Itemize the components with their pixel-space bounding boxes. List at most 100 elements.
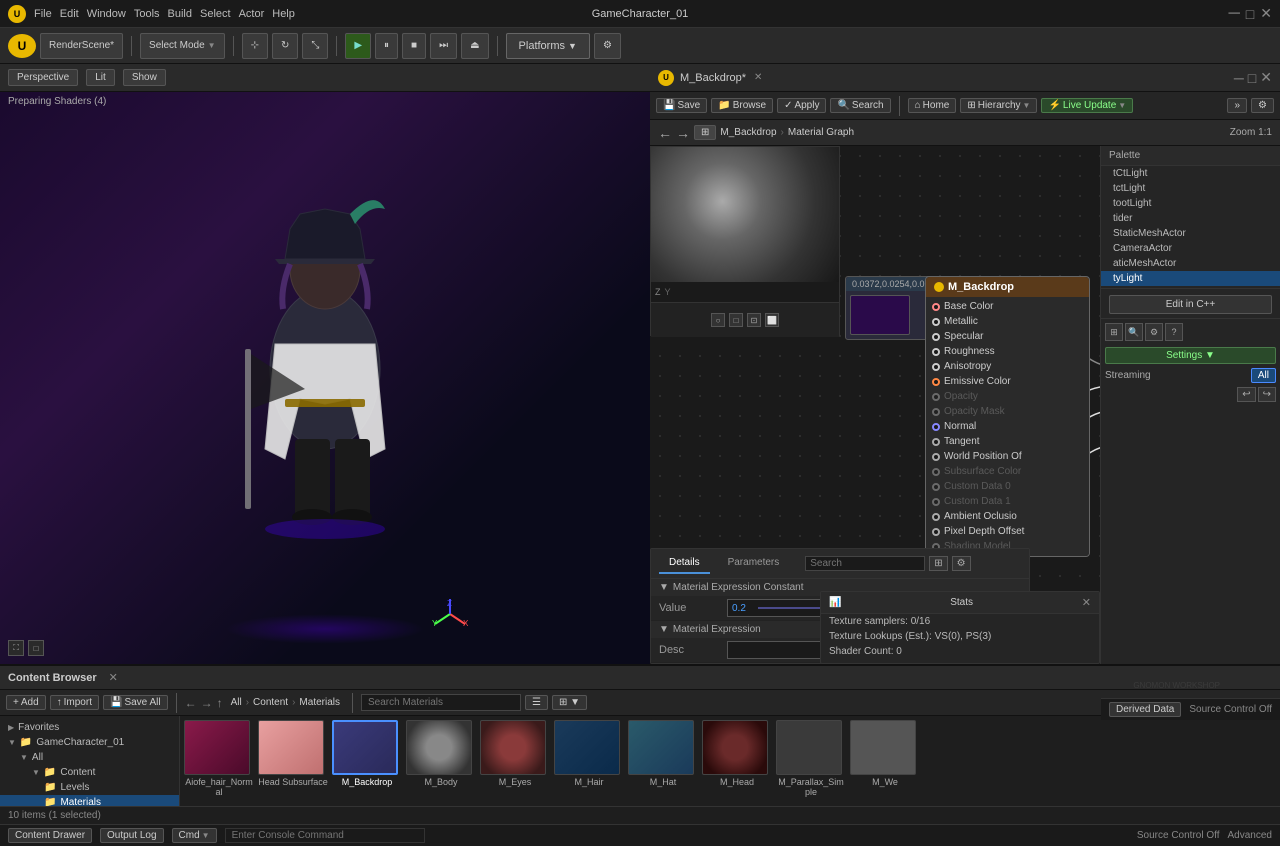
roughness-port[interactable]: Roughness xyxy=(926,344,1089,359)
asset-m-backdrop[interactable]: M_Backdrop xyxy=(332,720,402,787)
settings-btn[interactable]: Settings ▼ xyxy=(1105,347,1276,364)
edit-in-cpp-btn[interactable]: Edit in C++ xyxy=(1109,295,1272,314)
stop-btn[interactable]: ■ xyxy=(402,33,426,59)
cb-go-back-btn[interactable]: ← xyxy=(185,696,197,710)
nav-breadcrumb-btn[interactable]: ⊞ xyxy=(694,125,716,140)
props-item-5[interactable]: CameraActor xyxy=(1101,241,1280,256)
ambient-occlusion-port[interactable]: Ambient Oclusio xyxy=(926,509,1089,524)
breadcrumb-material[interactable]: M_Backdrop xyxy=(720,127,776,138)
parameters-tab[interactable]: Parameters xyxy=(718,553,790,574)
mat-minimize[interactable]: ─ xyxy=(1234,70,1244,86)
props-icon-3[interactable]: ⚙ xyxy=(1145,323,1163,341)
transform-btn[interactable]: ⊹ xyxy=(242,33,268,59)
details-tab[interactable]: Details xyxy=(659,553,710,574)
mat-settings-btn[interactable]: ⚙ xyxy=(1251,98,1274,113)
props-item-1[interactable]: tctLight xyxy=(1101,181,1280,196)
mat-tab-close[interactable]: ✕ xyxy=(754,72,762,83)
tangent-port[interactable]: Tangent xyxy=(926,434,1089,449)
source-control-right[interactable]: Source Control Off xyxy=(1189,704,1272,715)
color-swatch[interactable] xyxy=(850,295,910,335)
props-item-2[interactable]: tootLight xyxy=(1101,196,1280,211)
custom-data0-port[interactable]: Custom Data 0 xyxy=(926,479,1089,494)
stats-close-btn[interactable]: ✕ xyxy=(1082,596,1091,609)
mat-hierarchy-btn[interactable]: ⊞ Hierarchy ▼ xyxy=(960,98,1037,113)
details-settings-btn[interactable]: ⚙ xyxy=(952,556,971,571)
asset-m-parallax[interactable]: M_Parallax_Simple xyxy=(776,720,846,797)
asset-m-eyes[interactable]: M_Eyes xyxy=(480,720,550,787)
menu-window[interactable]: Window xyxy=(87,8,126,20)
menu-help[interactable]: Help xyxy=(272,8,295,20)
undo-btn[interactable]: ↩ xyxy=(1237,387,1255,402)
opacity-port[interactable]: Opacity xyxy=(926,389,1089,404)
cb-close-btn[interactable]: ✕ xyxy=(109,671,118,684)
menu-file[interactable]: File xyxy=(34,8,52,20)
cube-btn[interactable]: ⬜ xyxy=(765,313,779,327)
props-item-6[interactable]: aticMeshActor xyxy=(1101,256,1280,271)
world-pos-port[interactable]: World Position Of xyxy=(926,449,1089,464)
cb-levels[interactable]: 📁 Levels xyxy=(0,780,179,795)
lit-btn[interactable]: Lit xyxy=(86,69,115,86)
mat-maximize[interactable]: □ xyxy=(1248,70,1256,86)
select-mode-btn[interactable]: Select Mode ▼ xyxy=(140,33,225,59)
props-item-7[interactable]: tyLight xyxy=(1101,271,1280,286)
cb-content[interactable]: ▼ 📁 Content xyxy=(0,765,179,780)
mat-apply-btn[interactable]: ✓ Apply xyxy=(777,98,826,113)
props-icon-2[interactable]: 🔍 xyxy=(1125,323,1143,341)
value-input[interactable] xyxy=(728,603,758,614)
menu-tools[interactable]: Tools xyxy=(134,8,160,20)
plane-btn[interactable]: □ xyxy=(729,313,743,327)
console-input[interactable] xyxy=(225,828,425,843)
all-btn[interactable]: All xyxy=(1251,368,1276,383)
fullscreen-icon[interactable]: ⛶ xyxy=(8,640,24,656)
menu-select[interactable]: Select xyxy=(200,8,231,20)
mat-search-btn[interactable]: 🔍 Search xyxy=(830,98,890,113)
material-tab-label[interactable]: M_Backdrop* xyxy=(680,72,746,84)
redo-btn[interactable]: ↪ xyxy=(1258,387,1276,402)
cb-content-crumb[interactable]: Content xyxy=(253,697,288,708)
mat-save-btn[interactable]: 💾 Save xyxy=(656,98,707,113)
cb-filter-btn[interactable]: ☰ xyxy=(525,695,548,710)
specular-port[interactable]: Specular xyxy=(926,329,1089,344)
mat-home-btn[interactable]: ⌂ Home xyxy=(908,98,957,113)
pixel-depth-port[interactable]: Pixel Depth Offset xyxy=(926,524,1089,539)
mat-live-update-btn[interactable]: ⚡ Live Update ▼ xyxy=(1041,98,1133,113)
opacity-mask-port[interactable]: Opacity Mask xyxy=(926,404,1089,419)
cb-save-all-btn[interactable]: 💾 Save All xyxy=(103,695,168,710)
mat-close[interactable]: ✕ xyxy=(1260,69,1272,86)
base-color-port[interactable]: Base Color xyxy=(926,299,1089,314)
pause-btn[interactable]: ⏸ xyxy=(375,33,398,59)
props-icon-1[interactable]: ⊞ xyxy=(1105,323,1123,341)
menu-actor[interactable]: Actor xyxy=(239,8,265,20)
emissive-port[interactable]: Emissive Color xyxy=(926,374,1089,389)
render-scene-btn[interactable]: RenderScene* xyxy=(40,33,123,59)
close-btn[interactable]: ✕ xyxy=(1260,5,1272,22)
props-item-0[interactable]: tCtLight xyxy=(1101,166,1280,181)
source-control-left[interactable]: Source Control Off xyxy=(1137,830,1220,841)
cinematic-btn[interactable]: ⚙ xyxy=(594,33,621,59)
breadcrumb-graph[interactable]: Material Graph xyxy=(788,127,854,138)
cb-gamecharacter[interactable]: ▼ 📁 GameCharacter_01 xyxy=(0,735,179,750)
maximize-viewport-icon[interactable]: □ xyxy=(28,640,44,656)
details-grid-btn[interactable]: ⊞ xyxy=(929,556,947,571)
cb-import-btn[interactable]: ↑ Import xyxy=(50,695,99,710)
cmd-btn[interactable]: Cmd ▼ xyxy=(172,828,217,843)
asset-head-subsurface[interactable]: Head Subsurface xyxy=(258,720,328,787)
scale-btn[interactable]: ⤡ xyxy=(302,33,328,59)
subsurface-port[interactable]: Subsurface Color xyxy=(926,464,1089,479)
asset-aiofe-hair[interactable]: Aiofe_hair_Normal xyxy=(184,720,254,797)
advanced-label[interactable]: Advanced xyxy=(1228,830,1272,841)
eject-btn[interactable]: ⏏ xyxy=(461,33,488,59)
cb-view-btn[interactable]: ⊞ ▼ xyxy=(552,695,587,710)
platforms-btn[interactable]: Platforms ▼ xyxy=(506,33,590,59)
nav-back-btn[interactable]: ← xyxy=(658,125,672,141)
cb-go-forward-btn[interactable]: → xyxy=(201,696,213,710)
props-item-4[interactable]: StaticMeshActor xyxy=(1101,226,1280,241)
derived-data-btn[interactable]: Derived Data xyxy=(1109,702,1181,717)
anisotropy-port[interactable]: Anisotropy xyxy=(926,359,1089,374)
mat-browse-btn[interactable]: 📁 Browse xyxy=(711,98,773,113)
menu-edit[interactable]: Edit xyxy=(60,8,79,20)
cb-search-input[interactable] xyxy=(361,694,521,711)
cylinder-btn[interactable]: ⊡ xyxy=(747,313,761,327)
show-btn[interactable]: Show xyxy=(123,69,166,86)
cb-favorites[interactable]: ▶ Favorites xyxy=(0,720,179,735)
